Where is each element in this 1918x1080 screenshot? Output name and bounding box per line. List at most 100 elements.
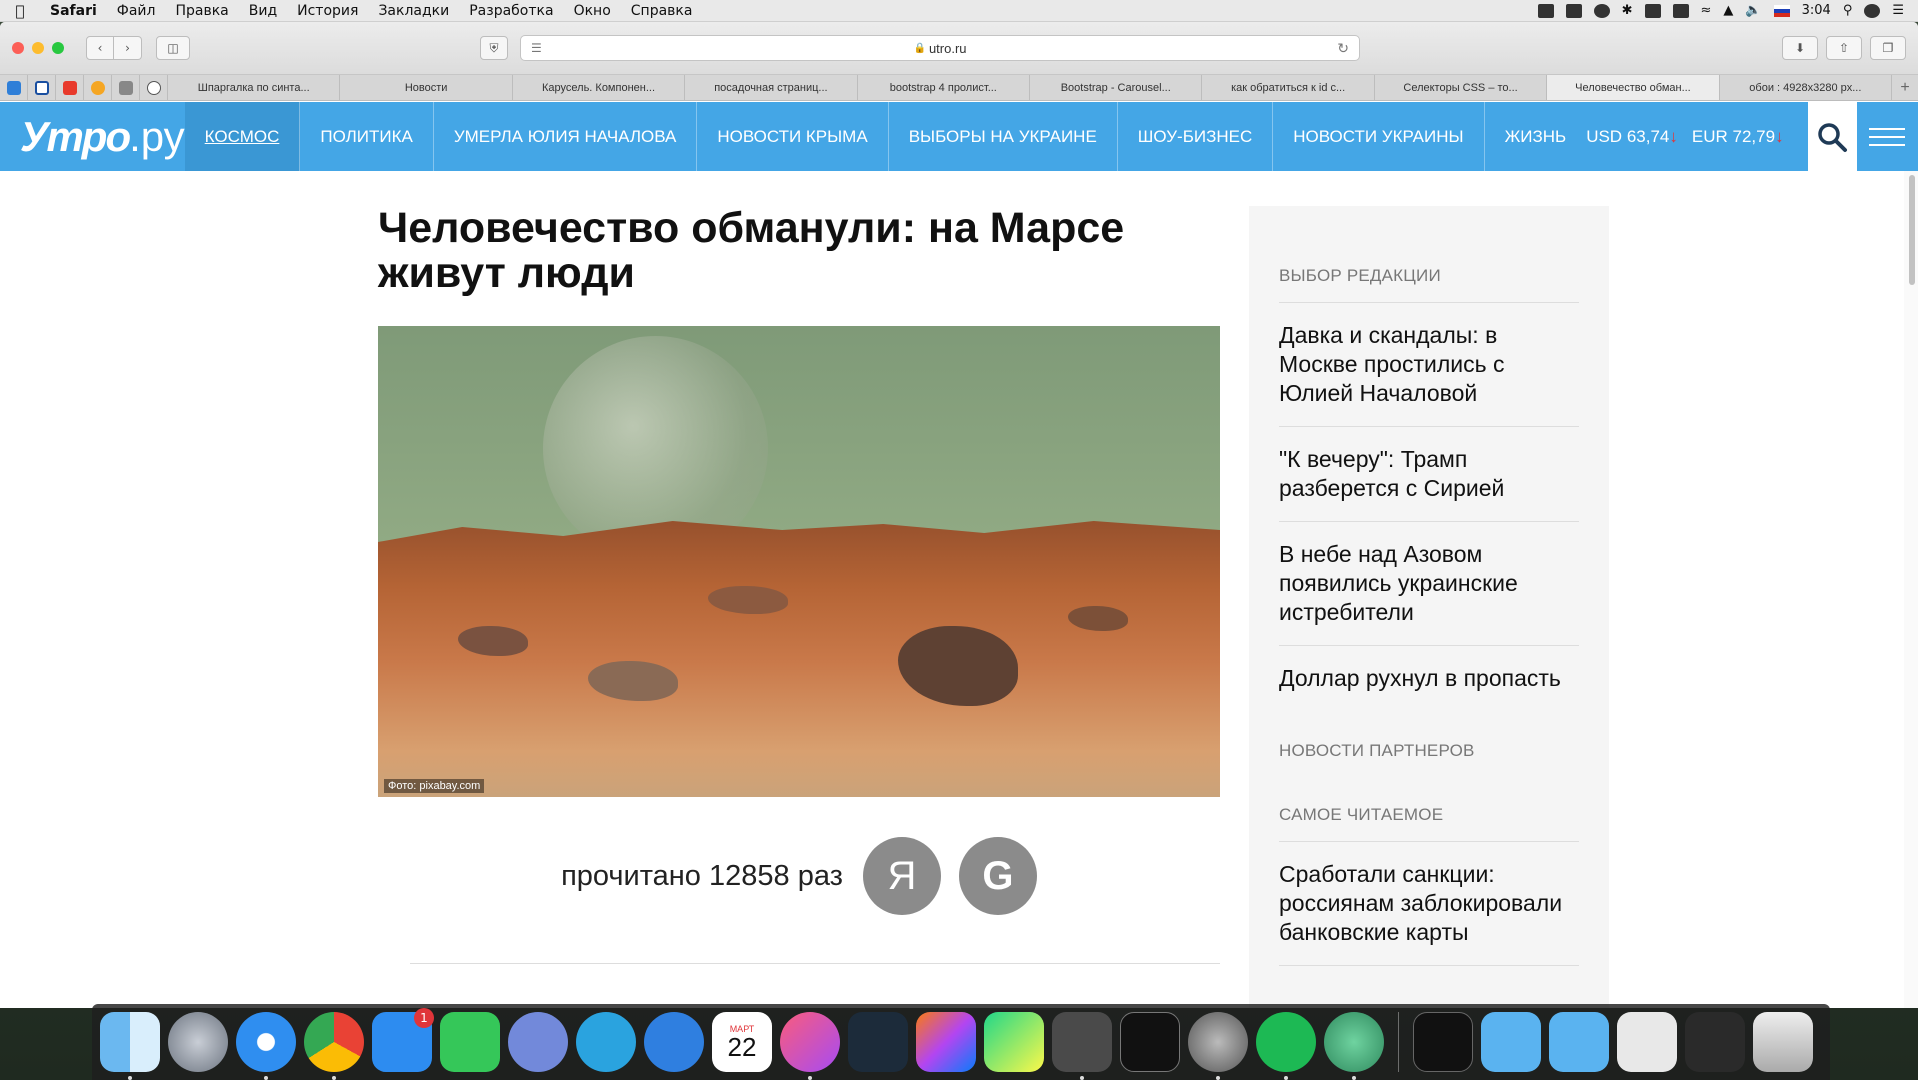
launchpad-icon[interactable] <box>168 1012 228 1072</box>
share-button[interactable]: ⇧ <box>1826 36 1862 60</box>
status-app-icon[interactable] <box>1537 3 1554 18</box>
forward-button[interactable]: › <box>114 36 142 60</box>
bluetooth-icon[interactable]: ✱ <box>1622 3 1633 18</box>
calendar-icon[interactable]: МАРТ 22 <box>712 1012 772 1072</box>
spotlight-search-icon[interactable]: ⚲ <box>1843 3 1853 18</box>
discord-icon[interactable] <box>508 1012 568 1072</box>
airplay-icon[interactable] <box>1672 3 1689 18</box>
google-share-button[interactable]: G <box>958 837 1037 915</box>
document-icon[interactable] <box>1617 1012 1677 1072</box>
itunes-icon[interactable] <box>780 1012 840 1080</box>
hamburger-menu-icon[interactable] <box>1857 102 1918 171</box>
menu-view[interactable]: Вид <box>239 3 287 19</box>
trash-icon[interactable] <box>1753 1012 1813 1072</box>
pinned-tab-5[interactable] <box>112 75 140 101</box>
volume-icon[interactable]: 🔈 <box>1745 3 1761 18</box>
scrollbar-thumb[interactable] <box>1909 175 1915 285</box>
yandex-share-button[interactable]: Я <box>862 837 941 915</box>
system-preferences-icon[interactable] <box>1188 1012 1248 1080</box>
display-icon[interactable] <box>1565 3 1582 18</box>
address-bar[interactable]: ☰ 🔒 utro.ru ↻ <box>520 35 1360 61</box>
apple-menu-icon[interactable]:  <box>0 2 40 20</box>
back-button[interactable]: ‹ <box>86 36 114 60</box>
nav-item-ukraine-news[interactable]: Новости Украины <box>1273 102 1485 171</box>
reader-view-icon[interactable]: ☰ <box>531 41 542 55</box>
editor-choice-item[interactable]: "К вечеру": Трамп разберется с Сирией <box>1279 427 1579 522</box>
menu-develop[interactable]: Разработка <box>459 3 563 19</box>
pinned-tab-3[interactable] <box>56 75 84 101</box>
nav-item-nachalova[interactable]: Умерла Юлия Началова <box>434 102 698 171</box>
spark-mail-icon[interactable] <box>644 1012 704 1072</box>
minimized-window-icon[interactable] <box>1685 1012 1745 1072</box>
tab[interactable]: Новости <box>340 75 513 100</box>
nav-item-life[interactable]: Жизнь <box>1485 102 1587 171</box>
input-language-flag-icon[interactable] <box>1773 4 1790 17</box>
wifi-icon[interactable]: ≈ <box>1701 3 1712 18</box>
pycharm-icon[interactable] <box>984 1012 1044 1072</box>
nav-item-space[interactable]: Космос <box>184 102 301 171</box>
sidebar-toggle-button[interactable]: ◫ <box>156 36 190 60</box>
tab-overview-button[interactable]: ❐ <box>1870 36 1906 60</box>
tab[interactable]: bootstrap 4 пролист... <box>858 75 1031 100</box>
sync-icon[interactable] <box>1593 3 1610 18</box>
menu-help[interactable]: Справка <box>621 3 703 19</box>
pinned-tab-2[interactable] <box>28 75 56 101</box>
reload-icon[interactable]: ↻ <box>1337 40 1349 57</box>
clock[interactable]: 3:04 <box>1802 3 1831 18</box>
app-store-icon[interactable]: 1 <box>372 1008 434 1072</box>
editor-choice-item[interactable]: Доллар рухнул в пропасть <box>1279 646 1579 711</box>
zoom-window-button[interactable] <box>52 42 64 54</box>
tab[interactable]: обои : 4928x3280 px... <box>1720 75 1893 100</box>
pinned-tab-6[interactable] <box>140 75 168 101</box>
article-photo: Фото: pixabay.com <box>378 326 1220 797</box>
menu-bookmarks[interactable]: Закладки <box>368 3 459 19</box>
minimize-window-button[interactable] <box>32 42 44 54</box>
page-scrollbar[interactable] <box>1904 171 1918 1008</box>
menu-window[interactable]: Окно <box>564 3 621 19</box>
privacy-shield-button[interactable]: ⛨ <box>480 36 508 60</box>
nav-item-crimea[interactable]: Новости Крыма <box>697 102 889 171</box>
editor-choice-item[interactable]: Давка и скандалы: в Москве простились с … <box>1279 303 1579 427</box>
finder-icon[interactable] <box>100 1012 160 1080</box>
safari-icon[interactable] <box>236 1012 296 1080</box>
pinned-tab-1[interactable] <box>0 75 28 101</box>
spotify-icon[interactable] <box>1256 1012 1316 1080</box>
terminal-icon[interactable] <box>1120 1012 1180 1072</box>
menu-file[interactable]: Файл <box>107 3 166 19</box>
nav-item-politics[interactable]: Политика <box>300 102 434 171</box>
tab[interactable]: Шпаргалка по синта... <box>168 75 341 100</box>
menu-app-name[interactable]: Safari <box>40 3 107 19</box>
most-read-item[interactable]: Сработали санкции: россиянам заблокирова… <box>1279 842 1579 966</box>
nav-item-showbiz[interactable]: Шоу-бизнес <box>1118 102 1274 171</box>
nav-item-ukraine-elections[interactable]: Выборы на Украине <box>889 102 1118 171</box>
site-search-button[interactable] <box>1807 102 1857 171</box>
intellij-idea-icon[interactable] <box>916 1012 976 1072</box>
site-logo[interactable]: Утро .ру <box>0 102 185 171</box>
new-tab-button[interactable]: + <box>1892 75 1918 100</box>
downloads-button[interactable]: ⬇ <box>1782 36 1818 60</box>
editor-choice-item[interactable]: В небе над Азовом появились украинские и… <box>1279 522 1579 646</box>
siri-icon[interactable] <box>1864 3 1881 18</box>
pinned-tab-4[interactable] <box>84 75 112 101</box>
affinity-designer-icon[interactable] <box>848 1012 908 1072</box>
notification-center-icon[interactable]: ☰ <box>1892 3 1904 18</box>
battery-icon[interactable] <box>1644 3 1661 18</box>
atom-icon[interactable] <box>1324 1012 1384 1080</box>
chrome-icon[interactable] <box>304 1012 364 1080</box>
sublime-text-icon[interactable] <box>1052 1012 1112 1080</box>
tab-active[interactable]: Человечество обман... <box>1547 75 1720 100</box>
folder-icon[interactable] <box>1481 1012 1541 1072</box>
close-window-button[interactable] <box>12 42 24 54</box>
exec-script-icon[interactable] <box>1413 1012 1473 1072</box>
telegram-icon[interactable] <box>576 1012 636 1072</box>
menu-history[interactable]: История <box>287 3 368 19</box>
eject-icon[interactable]: ▲ <box>1723 3 1733 18</box>
downloads-folder-icon[interactable] <box>1549 1012 1609 1072</box>
tab[interactable]: как обратиться к id c... <box>1202 75 1375 100</box>
tab[interactable]: Карусель. Компонен... <box>513 75 686 100</box>
facetime-icon[interactable] <box>440 1012 500 1072</box>
tab[interactable]: Селекторы CSS – то... <box>1375 75 1548 100</box>
tab[interactable]: посадочная страниц... <box>685 75 858 100</box>
tab[interactable]: Bootstrap - Carousel... <box>1030 75 1203 100</box>
menu-edit[interactable]: Правка <box>165 3 238 19</box>
